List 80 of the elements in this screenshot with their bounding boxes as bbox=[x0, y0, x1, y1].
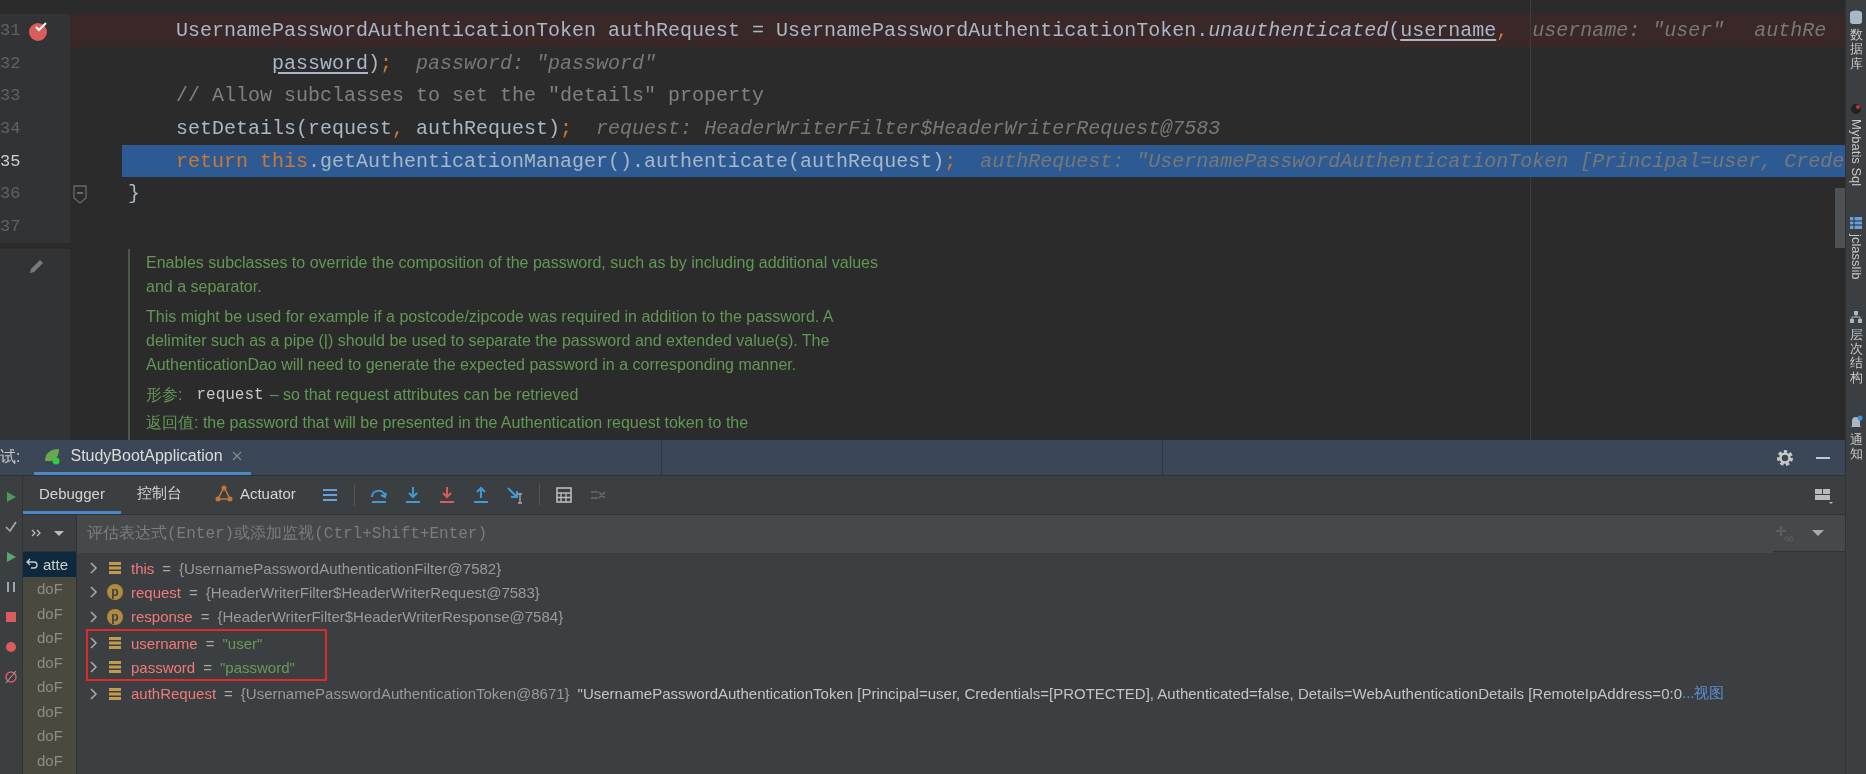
hierarchy-icon bbox=[1849, 309, 1863, 324]
field-icon bbox=[107, 635, 123, 652]
equals-sign: = bbox=[162, 559, 172, 577]
variable-name: this bbox=[131, 559, 155, 577]
stack-frame[interactable]: atte bbox=[23, 552, 76, 577]
doc-return: 返回值: the password that will be presented in the Authentication request token to the bbox=[146, 412, 750, 433]
tool-window-label[interactable]: 通知 bbox=[1849, 432, 1863, 462]
equals-sign: = bbox=[224, 685, 233, 703]
tool-window-label[interactable]: Mybatis Sql bbox=[1848, 118, 1864, 187]
resume-icon[interactable] bbox=[5, 550, 17, 564]
breakpoints-icon[interactable] bbox=[5, 640, 17, 654]
breakpoint-icon[interactable] bbox=[28, 20, 50, 42]
mute-icon[interactable] bbox=[5, 670, 17, 684]
fold-icon[interactable] bbox=[70, 183, 90, 204]
code-line: setDetails(request, authRequest); bbox=[175, 116, 573, 140]
scrollbar[interactable] bbox=[1835, 188, 1845, 248]
grid-icon bbox=[1849, 216, 1863, 231]
stop-icon[interactable] bbox=[5, 610, 17, 624]
variable-value: {UsernamePasswordAuthenticationToken@8671} bbox=[240, 685, 570, 703]
expand-chevron-icon[interactable] bbox=[89, 586, 99, 599]
expand-chevron-icon[interactable] bbox=[89, 661, 99, 674]
debugger-tab[interactable]: Actuator bbox=[197, 476, 312, 514]
equals-sign: = bbox=[189, 583, 198, 601]
variable-value: {UsernamePasswordAuthenticationFilter@7582} bbox=[179, 559, 502, 577]
equals-sign: = bbox=[203, 658, 212, 676]
calculator-icon[interactable] bbox=[553, 485, 574, 505]
code-line: password); bbox=[271, 51, 393, 75]
tool-window-label[interactable]: 数据库 bbox=[1849, 28, 1863, 71]
field-icon bbox=[107, 560, 123, 577]
pause-icon[interactable] bbox=[5, 580, 17, 594]
parameter-icon: p bbox=[107, 608, 123, 625]
code-line: } bbox=[128, 182, 140, 206]
expand-chevron-icon[interactable] bbox=[89, 637, 99, 650]
variable-value: "user" bbox=[222, 634, 263, 652]
session-tab[interactable]: StudyBootApplication bbox=[34, 440, 251, 475]
panel-title: 试: bbox=[0, 447, 21, 467]
variable-value: {HeaderWriterFilter$HeaderWriterResponse@7584} bbox=[217, 608, 564, 626]
expand-chevron-icon[interactable] bbox=[89, 562, 99, 575]
variable-name: authRequest bbox=[131, 685, 217, 703]
database-icon bbox=[1849, 10, 1863, 24]
debugger-tab[interactable]: 控制台 bbox=[120, 476, 198, 514]
close-icon[interactable] bbox=[230, 450, 243, 462]
parameter-icon: p bbox=[107, 584, 123, 601]
variable-value: "password" bbox=[219, 658, 295, 676]
inline-hint: username: "user" bbox=[1532, 18, 1725, 42]
bell-icon bbox=[1849, 414, 1863, 429]
param-name: request bbox=[196, 384, 264, 406]
code-line: // Allow subclasses to set the "details" property bbox=[175, 84, 765, 108]
expand-chevron-icon[interactable] bbox=[89, 687, 99, 700]
check-icon[interactable] bbox=[5, 520, 17, 534]
field-icon bbox=[107, 685, 123, 702]
return-arrow-icon bbox=[25, 557, 39, 572]
expand-chevron-icon[interactable] bbox=[89, 610, 99, 623]
run-to-cursor-icon[interactable] bbox=[504, 485, 525, 505]
param-description: – so that request attributes can be retrieved bbox=[269, 384, 579, 405]
variable-name: request bbox=[131, 583, 182, 601]
tool-window-label[interactable]: 层次结构 bbox=[1849, 327, 1863, 385]
variable-value: {HeaderWriterFilter$HeaderWriterRequest@7583} bbox=[205, 583, 540, 601]
doc-paragraph: Enables subclasses to override the composition of the password, such as by including additional values and a separator. bbox=[146, 252, 879, 297]
field-icon bbox=[107, 659, 123, 676]
inline-hint: password: "password" bbox=[416, 51, 657, 75]
inline-hint: request: HeaderWriterFilter$HeaderWriterRequest@7583 bbox=[596, 116, 1221, 140]
equals-sign: = bbox=[200, 608, 210, 626]
settings-icon[interactable] bbox=[1775, 447, 1795, 468]
variable-name: password bbox=[131, 658, 196, 676]
tool-window-label[interactable]: jclasslib bbox=[1848, 234, 1864, 280]
param-label: 形参: bbox=[146, 384, 183, 405]
double-chevron-icon[interactable] bbox=[31, 527, 43, 539]
rerun-icon[interactable] bbox=[5, 490, 17, 504]
code-line: UsernamePasswordAuthenticationToken authRequest = UsernamePasswordAuthenticationToken.unauthenticated(username, bbox=[175, 18, 1509, 42]
variable-name: username bbox=[131, 634, 198, 652]
doc-paragraph: This might be used for example if a postcode/zipcode was required in addition to the password. A delimiter such as a pipe (|) should be used to separate the password and extended value(s). The AuthenticationDao will need to generate the expected password in a corresponding manner. bbox=[146, 306, 835, 375]
line-number: 35 bbox=[0, 151, 21, 171]
inline-hint: authRe bbox=[1754, 18, 1827, 42]
network-icon bbox=[213, 483, 234, 504]
equals-sign: = bbox=[205, 634, 215, 652]
variable-description: "UsernamePasswordAuthenticationToken [Principal=user, Credentials=[PROTECTED], Authenticated=false, Details=WebAuthenticationDetails [RemoteIpAddress=0:0 bbox=[577, 685, 1682, 703]
inline-hint: authRequest: "UsernamePasswordAuthenticationToken [Principal=user, Crede bbox=[980, 149, 1845, 173]
variable-name: response bbox=[131, 608, 193, 626]
code-line: return this.getAuthenticationManager().authenticate(authRequest); bbox=[175, 149, 957, 173]
